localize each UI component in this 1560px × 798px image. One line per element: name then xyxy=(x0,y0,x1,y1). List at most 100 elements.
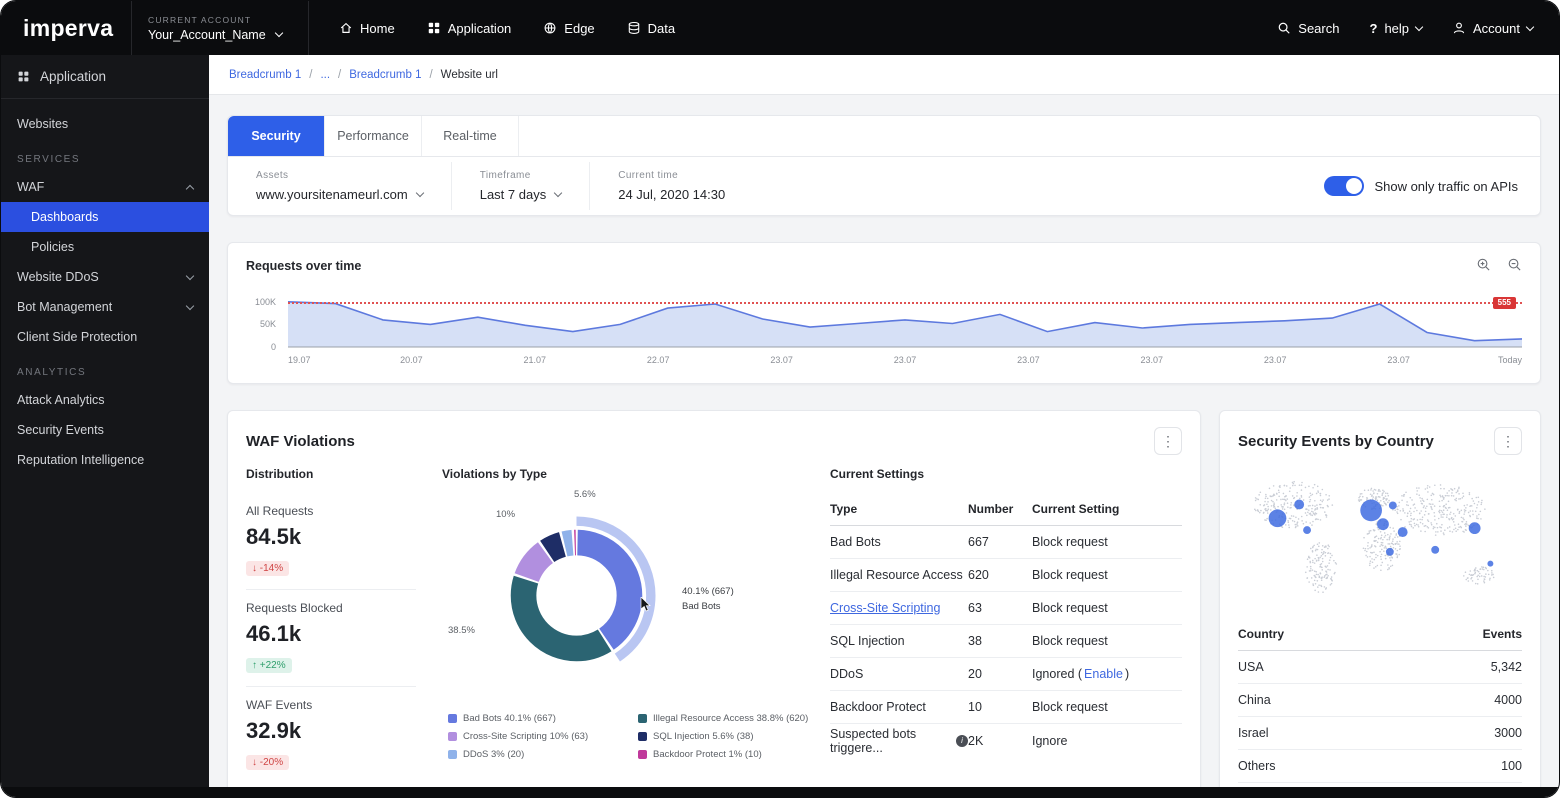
col-country: Country xyxy=(1238,627,1284,641)
sidebar-item-dashboards[interactable]: Dashboards xyxy=(1,202,209,232)
breadcrumb-ellipsis[interactable]: ... xyxy=(320,69,330,81)
search-label: Search xyxy=(1298,21,1339,36)
tab-security[interactable]: Security xyxy=(228,116,325,156)
map-bubble[interactable] xyxy=(1431,546,1439,554)
current-account-dropdown[interactable]: CURRENT ACCOUNT Your_Account_Name xyxy=(131,1,309,55)
map-bubble[interactable] xyxy=(1303,526,1311,534)
delta-badge: ↑ +22% xyxy=(246,658,292,673)
legend-swatch xyxy=(638,732,647,741)
map-bubble[interactable] xyxy=(1487,561,1493,567)
main-area: Breadcrumb 1 / ... / Breadcrumb 1 / Webs… xyxy=(209,55,1559,787)
table-row: DDoS 20 Ignored (Enable) xyxy=(830,658,1182,691)
sidebar-item-bot-management[interactable]: Bot Management xyxy=(1,292,209,322)
breadcrumb-current: Website url xyxy=(441,69,498,81)
map-bubble[interactable] xyxy=(1360,500,1382,522)
x-tick: 23.07 xyxy=(1017,355,1040,365)
breadcrumb-link-1[interactable]: Breadcrumb 1 xyxy=(229,69,301,81)
tab-realtime[interactable]: Real-time xyxy=(422,116,519,156)
setting-prefix: Ignored ( xyxy=(1032,667,1082,681)
legend-label: Bad Bots 40.1% (667) xyxy=(463,713,556,724)
map-bubble[interactable] xyxy=(1377,518,1389,530)
sidebar-item-reputation-intelligence[interactable]: Reputation Intelligence xyxy=(1,445,209,475)
sidebar-title: Application xyxy=(40,69,106,84)
filter-bar: Assets www.yoursitenameurl.com Timeframe… xyxy=(228,157,1540,215)
sidebar-item-waf[interactable]: WAF xyxy=(1,172,209,202)
cross-site-scripting-link[interactable]: Cross-Site Scripting xyxy=(830,601,968,615)
setting-value: Block request xyxy=(1032,568,1182,582)
sidebar-item-security-events[interactable]: Security Events xyxy=(1,415,209,445)
breadcrumb-link-2[interactable]: Breadcrumb 1 xyxy=(349,69,421,81)
legend-item: SQL Injection 5.6% (38) xyxy=(638,731,808,742)
setting-number: 620 xyxy=(968,568,1032,582)
setting-type: SQL Injection xyxy=(830,634,968,648)
enable-link[interactable]: Enable xyxy=(1084,667,1123,681)
map-bubble[interactable] xyxy=(1294,500,1304,510)
callout-value: 40.1% (667) xyxy=(682,585,762,600)
search-icon xyxy=(1277,21,1291,35)
breadcrumb-separator: / xyxy=(429,69,432,81)
country-events-table: Country Events USA 5,342 China 4000 xyxy=(1238,618,1522,783)
setting-value: Ignore xyxy=(1032,734,1182,748)
map-bubble[interactable] xyxy=(1389,502,1397,510)
help-menu[interactable]: ? help xyxy=(1369,21,1422,36)
api-traffic-toggle[interactable] xyxy=(1324,176,1364,196)
setting-type: Backdoor Protect xyxy=(830,700,968,714)
nav-home[interactable]: Home xyxy=(339,21,395,36)
violations-donut-chart[interactable]: 5.6% 10% 38.5% 40.1% (667) Bad Bots xyxy=(474,493,679,707)
legend-swatch xyxy=(638,714,647,723)
setting-number: 20 xyxy=(968,667,1032,681)
y-tick: 0 xyxy=(271,342,276,352)
map-bubble[interactable] xyxy=(1386,548,1394,556)
country-events: 100 xyxy=(1501,759,1522,773)
topbar-right: Search ? help Account xyxy=(1277,21,1559,36)
map-bubble[interactable] xyxy=(1398,527,1408,537)
search-button[interactable]: Search xyxy=(1277,21,1339,36)
sidebar-item-label: Websites xyxy=(17,117,68,131)
nav-application[interactable]: Application xyxy=(427,21,512,36)
x-axis-labels: 19.0720.0721.0722.0723.0723.0723.0723.07… xyxy=(288,355,1522,369)
country-card-menu-button[interactable]: ⋮ xyxy=(1494,427,1522,455)
timeframe-label: Timeframe xyxy=(480,170,562,181)
donut-label-illegal: 38.5% xyxy=(448,625,475,636)
x-tick: 23.07 xyxy=(770,355,793,365)
stat-label: WAF Events xyxy=(246,698,416,712)
col-number: Number xyxy=(968,502,1032,516)
zoom-in-button[interactable] xyxy=(1476,257,1491,275)
nav-data[interactable]: Data xyxy=(627,21,675,36)
table-row: Suspected bots triggere...i 2K Ignore xyxy=(830,724,1182,757)
map-bubble[interactable] xyxy=(1269,509,1287,527)
requests-chart[interactable]: 100K 50K 0 555 xyxy=(246,291,1522,375)
person-icon xyxy=(1452,21,1466,35)
setting-type: Suspected bots triggere... xyxy=(830,727,950,755)
delta-badge: ↓ -14% xyxy=(246,561,289,576)
sidebar-item-label: Client Side Protection xyxy=(17,330,137,344)
sidebar-item-attack-analytics[interactable]: Attack Analytics xyxy=(1,385,209,415)
assets-dropdown[interactable]: Assets www.yoursitenameurl.com xyxy=(228,162,452,210)
table-row: Cross-Site Scripting 63 Block request xyxy=(830,592,1182,625)
zoom-out-icon xyxy=(1507,257,1522,272)
x-tick: 23.07 xyxy=(1141,355,1164,365)
country-table-header: Country Events xyxy=(1238,618,1522,651)
setting-type: DDoS xyxy=(830,667,968,681)
toggle-knob xyxy=(1346,178,1362,194)
timeframe-dropdown[interactable]: Timeframe Last 7 days xyxy=(452,162,591,210)
account-menu[interactable]: Account xyxy=(1452,21,1533,36)
tab-performance[interactable]: Performance xyxy=(325,116,422,156)
sidebar-item-label: Bot Management xyxy=(17,300,112,314)
sidebar-item-website-ddos[interactable]: Website DDoS xyxy=(1,262,209,292)
current-settings-title: Current Settings xyxy=(830,467,1182,481)
sidebar-item-client-side-protection[interactable]: Client Side Protection xyxy=(1,322,209,352)
help-label: help xyxy=(1384,21,1409,36)
waf-card-menu-button[interactable]: ⋮ xyxy=(1154,427,1182,455)
info-icon[interactable]: i xyxy=(956,735,968,747)
sidebar-item-policies[interactable]: Policies xyxy=(1,232,209,262)
tabs-filter-card: Security Performance Real-time Assets ww… xyxy=(227,115,1541,216)
timeframe-value: Last 7 days xyxy=(480,187,547,202)
world-map[interactable] xyxy=(1238,469,1522,607)
legend-label: DDoS 3% (20) xyxy=(463,749,524,760)
nav-edge[interactable]: Edge xyxy=(543,21,594,36)
zoom-out-button[interactable] xyxy=(1507,257,1522,275)
sidebar-section-analytics: ANALYTICS xyxy=(1,352,209,385)
sidebar-item-websites[interactable]: Websites xyxy=(1,109,209,139)
map-bubble[interactable] xyxy=(1469,522,1481,534)
